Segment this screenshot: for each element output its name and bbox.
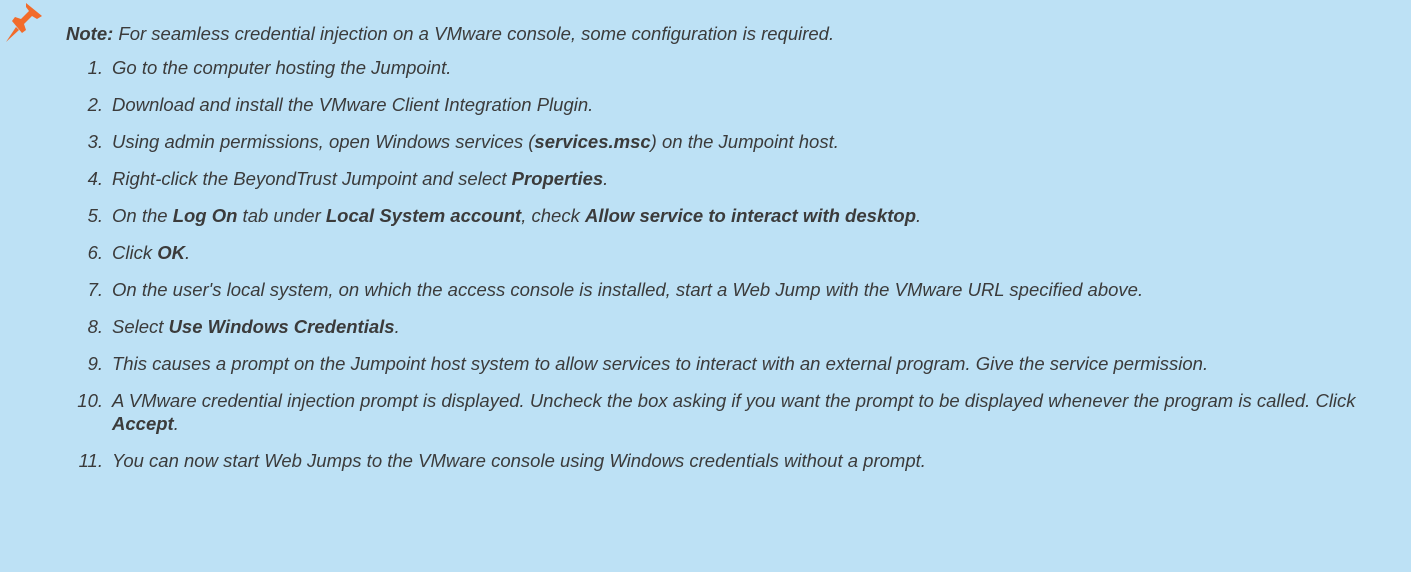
step-text-part: . — [603, 168, 609, 189]
step-text-part: Using admin permissions, open Windows se… — [112, 131, 535, 152]
list-item: 2. Download and install the VMware Client… — [88, 93, 1402, 116]
step-emphasis: Use Windows Credentials — [168, 316, 395, 337]
step-text: Click OK. — [112, 242, 190, 263]
list-item: 7. On the user's local system, on which t… — [88, 278, 1402, 301]
list-item: 8. Select Use Windows Credentials. — [88, 315, 1402, 338]
step-text: On the Log On tab under Local System acc… — [112, 205, 921, 226]
step-number: 5. — [87, 205, 103, 226]
step-text-part: This causes a prompt on the Jumpoint hos… — [112, 353, 1209, 374]
step-number: 4. — [87, 168, 103, 189]
step-number: 7. — [87, 279, 103, 300]
step-emphasis: Log On — [172, 205, 238, 226]
note-body: For seamless credential injection on a V… — [113, 23, 835, 44]
step-text-part: Go to the computer hosting the Jumpoint. — [112, 57, 452, 78]
list-item: 10. A VMware credential injection prompt … — [77, 389, 1402, 435]
step-number: 2. — [87, 94, 103, 115]
step-text: Using admin permissions, open Windows se… — [112, 131, 839, 152]
steps-list: 1. Go to the computer hosting the Jumpoin… — [77, 56, 1402, 486]
step-emphasis: Properties — [511, 168, 604, 189]
step-text-part: . — [394, 316, 400, 337]
step-text-part: . — [916, 205, 922, 226]
step-text-part: Click — [112, 242, 158, 263]
list-item: 1. Go to the computer hosting the Jumpoin… — [88, 56, 1402, 79]
step-text-part: You can now start Web Jumps to the VMwar… — [112, 450, 926, 471]
step-text-part: Download and install the VMware Client I… — [112, 94, 594, 115]
step-text-part: On the — [112, 205, 173, 226]
step-text: You can now start Web Jumps to the VMwar… — [112, 450, 926, 471]
step-emphasis: Accept — [112, 413, 174, 434]
step-emphasis: Local System account — [325, 205, 522, 226]
step-text: On the user's local system, on which the… — [112, 279, 1143, 300]
step-text: This causes a prompt on the Jumpoint hos… — [112, 353, 1208, 374]
note-callout: Note: For seamless credential injection … — [0, 0, 1411, 572]
step-number: 10. — [77, 390, 103, 411]
pushpin-icon — [6, 3, 42, 42]
note-label: Note: — [66, 23, 114, 44]
note-text: Note: For seamless credential injection … — [66, 22, 834, 46]
step-number: 1. — [87, 57, 103, 78]
list-item: 6. Click OK. — [88, 241, 1402, 264]
step-text-part: tab under — [237, 205, 326, 226]
step-emphasis: Allow service to interact with desktop — [584, 205, 916, 226]
step-number: 11. — [78, 450, 103, 471]
step-emphasis: OK — [157, 242, 185, 263]
step-number: 3. — [87, 131, 103, 152]
step-emphasis: services.msc — [534, 131, 651, 152]
step-text-part: . — [173, 413, 179, 434]
step-text-part: A VMware credential injection prompt is … — [112, 390, 1356, 411]
step-number: 9. — [87, 353, 103, 374]
step-text: Download and install the VMware Client I… — [112, 94, 593, 115]
step-number: 6. — [87, 242, 103, 263]
step-text: Select Use Windows Credentials. — [112, 316, 400, 337]
step-number: 8. — [87, 316, 103, 337]
step-text-part: Right-click the BeyondTrust Jumpoint and… — [112, 168, 512, 189]
step-text-part: On the user's local system, on which the… — [112, 279, 1144, 300]
step-text: Go to the computer hosting the Jumpoint. — [112, 57, 451, 78]
step-text-part: Select — [112, 316, 169, 337]
list-item: 9. This causes a prompt on the Jumpoint h… — [88, 352, 1402, 375]
step-text-part: . — [184, 242, 191, 263]
step-text-part: , check — [521, 205, 585, 226]
list-item: 5. On the Log On tab under Local System a… — [88, 204, 1402, 227]
list-item: 3. Using admin permissions, open Windows … — [88, 130, 1402, 153]
list-item: 4. Right-click the BeyondTrust Jumpoint a… — [88, 167, 1402, 190]
step-text: Right-click the BeyondTrust Jumpoint and… — [112, 168, 608, 189]
list-item: 11. You can now start Web Jumps to the VM… — [79, 449, 1402, 472]
step-text: A VMware credential injection prompt is … — [112, 390, 1356, 434]
step-text-part: ) on the Jumpoint host. — [650, 131, 839, 152]
